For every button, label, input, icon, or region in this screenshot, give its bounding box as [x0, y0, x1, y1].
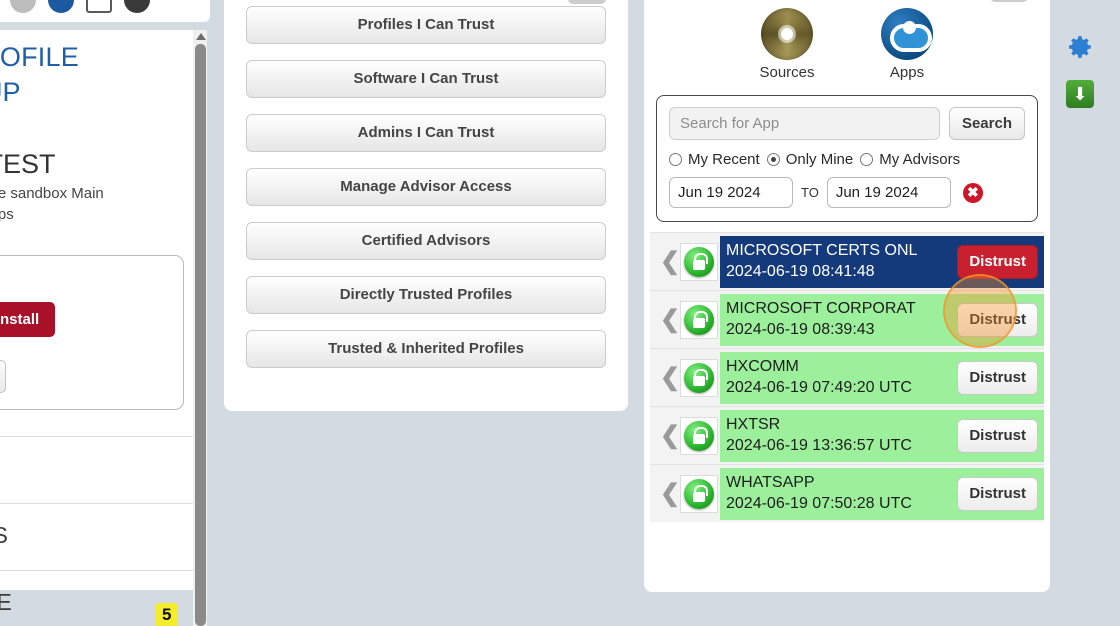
apps-cloud-icon — [881, 8, 933, 60]
admins-i-can-trust-button[interactable]: Admins I Can Trust — [246, 114, 606, 152]
chevron-left-icon[interactable]: ❮ — [660, 305, 680, 334]
row-content: HXTSR 2024-06-19 13:36:57 UTC Distrust — [720, 409, 1044, 462]
profile-title-line3: 4 — [0, 110, 179, 145]
green-lock-icon — [680, 474, 718, 513]
sidebar-scrollbar-thumb[interactable] — [195, 44, 206, 626]
table-row[interactable]: ❮ MICROSOFT CORPORAT 2024-06-19 08:39:43… — [650, 290, 1044, 348]
sidebar-item-label: ODE — [0, 589, 12, 615]
chevron-left-icon[interactable]: ❮ — [660, 479, 680, 508]
distrust-button[interactable]: Distrust — [957, 302, 1038, 337]
certified-advisors-button[interactable]: Certified Advisors — [246, 222, 606, 260]
app-search-box: Search My Recent Only Mine My Advisors — [656, 95, 1038, 222]
date-from-input[interactable] — [669, 177, 793, 208]
radio-label: My Recent — [688, 151, 760, 168]
radio-label: My Advisors — [879, 151, 961, 168]
square-outline-icon[interactable] — [86, 0, 112, 13]
circle-black-icon[interactable] — [124, 0, 150, 13]
date-to-input[interactable] — [826, 177, 951, 208]
row-content: HXCOMM 2024-06-19 07:49:20 UTC Distrust — [720, 351, 1044, 404]
search-input[interactable] — [669, 107, 940, 140]
download-install-button[interactable]: and Install — [0, 302, 56, 337]
scroll-up-arrow-icon[interactable] — [196, 33, 206, 40]
green-lock-icon — [680, 416, 718, 455]
sidebar-item-label: PPS — [0, 522, 9, 548]
gear-icon[interactable] — [1068, 34, 1094, 60]
nav-item-sources[interactable]: Sources — [747, 8, 827, 81]
distrust-button[interactable]: Distrust — [957, 360, 1038, 395]
status-badge: 5 — [155, 603, 179, 626]
date-range-separator-label: TO — [801, 185, 819, 200]
disc-icon — [761, 8, 813, 60]
profile-title-line2: OUP — [0, 77, 21, 107]
distrust-button[interactable]: Distrust — [957, 418, 1038, 453]
row-content: MICROSOFT CERTS ONL 2024-06-19 08:41:48 … — [720, 235, 1044, 288]
distrust-button[interactable]: Distrust — [957, 244, 1038, 279]
row-content: MICROSOFT CORPORAT 2024-06-19 08:39:43 D… — [720, 293, 1044, 346]
search-row: Search — [669, 107, 1025, 140]
table-row[interactable]: ❮ HXCOMM 2024-06-19 07:49:20 UTC Distrus… — [650, 348, 1044, 406]
profile-subtitle-line1: x :: joe sandbox Main — [0, 185, 104, 202]
table-row[interactable]: ❮ HXTSR 2024-06-19 13:36:57 UTC Distrust — [650, 406, 1044, 464]
profile-title-line4: Y TEST — [0, 149, 56, 179]
manage-advisor-access-button[interactable]: Manage Advisor Access — [246, 168, 606, 206]
radio-label: Only Mine — [785, 151, 854, 168]
radio-my-recent[interactable]: My Recent — [669, 151, 760, 168]
nav-item-label: Apps — [889, 64, 925, 81]
sidebar-item-view[interactable]: EW — [0, 436, 193, 503]
install-box: ng™ and Install ode — [0, 255, 184, 410]
profile-title-line1: PROFILE — [0, 42, 79, 72]
search-button[interactable]: Search — [948, 107, 1025, 140]
radio-icon-selected[interactable] — [766, 153, 780, 166]
left-toolbar — [0, 0, 210, 22]
nav-item-apps[interactable]: Apps — [867, 8, 947, 81]
download-icon[interactable]: ⬇ — [1066, 80, 1094, 108]
filter-radio-row: My Recent Only Mine My Advisors — [669, 151, 1025, 168]
chevron-left-icon[interactable]: ❮ — [660, 247, 680, 276]
radio-my-advisors[interactable]: My Advisors — [860, 151, 960, 168]
green-lock-icon — [680, 358, 718, 397]
radio-icon[interactable] — [669, 153, 682, 166]
clear-dates-icon[interactable]: ✖ — [962, 182, 983, 203]
apps-panel: Sources Apps Search My Recent Only Mine — [644, 0, 1050, 592]
code-button[interactable]: ode — [0, 360, 6, 393]
trademark-label: ng™ — [0, 256, 183, 287]
chevron-left-icon[interactable]: ❮ — [660, 363, 680, 392]
sidebar-item-apps[interactable]: PPS — [0, 503, 193, 570]
green-lock-icon — [680, 300, 718, 339]
app-results-list: ❮ MICROSOFT CERTS ONL 2024-06-19 08:41:4… — [644, 232, 1050, 522]
radio-only-mine[interactable]: Only Mine — [766, 151, 854, 168]
trust-actions-list: Profiles I Can Trust Software I Can Trus… — [224, 0, 628, 368]
apps-panel-nav: Sources Apps — [644, 0, 1050, 81]
panel-collapse-button[interactable] — [568, 0, 606, 4]
trust-actions-panel: Profiles I Can Trust Software I Can Trus… — [224, 0, 628, 411]
chevron-left-icon[interactable]: ❮ — [660, 421, 680, 450]
table-row[interactable]: ❮ WHATSAPP 2024-06-19 07:50:28 UTC Distr… — [650, 464, 1044, 522]
directly-trusted-profiles-button[interactable]: Directly Trusted Profiles — [246, 276, 606, 314]
green-lock-icon — [680, 242, 718, 281]
circle-blue-icon[interactable] — [48, 0, 74, 13]
trusted-inherited-profiles-button[interactable]: Trusted & Inherited Profiles — [246, 330, 606, 368]
radio-icon[interactable] — [860, 153, 874, 166]
panel-collapse-button[interactable] — [990, 0, 1028, 2]
circle-gray-icon[interactable] — [10, 0, 36, 13]
profile-subtitle-line2: esktops — [0, 206, 14, 223]
app-root: PROFILE OUP 4 Y TEST x :: joe sandbox Ma… — [0, 0, 1120, 626]
date-range-row: TO ✖ — [669, 177, 1025, 208]
distrust-button[interactable]: Distrust — [957, 476, 1038, 511]
table-row[interactable]: ❮ MICROSOFT CERTS ONL 2024-06-19 08:41:4… — [650, 232, 1044, 290]
software-i-can-trust-button[interactable]: Software I Can Trust — [246, 60, 606, 98]
row-content: WHATSAPP 2024-06-19 07:50:28 UTC Distrus… — [720, 467, 1044, 520]
profiles-i-can-trust-button[interactable]: Profiles I Can Trust — [246, 6, 606, 44]
nav-item-label: Sources — [759, 64, 815, 81]
